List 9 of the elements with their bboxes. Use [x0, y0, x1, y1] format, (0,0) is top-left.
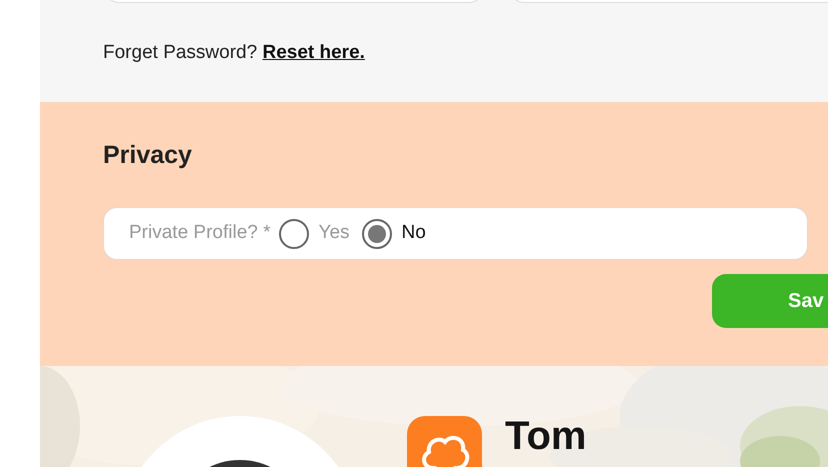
- option-label: Yes: [318, 221, 350, 246]
- radio-button[interactable]: [362, 218, 392, 248]
- profile-name: Tom: [505, 416, 586, 456]
- section-title: Privacy: [103, 140, 193, 170]
- option-label: No: [402, 221, 426, 246]
- reset-link[interactable]: Reset here.: [262, 42, 365, 63]
- password-help-text: Forget Password?: [103, 42, 258, 63]
- field-label: Private Profile? *: [129, 221, 271, 246]
- radio-button[interactable]: [278, 218, 309, 248]
